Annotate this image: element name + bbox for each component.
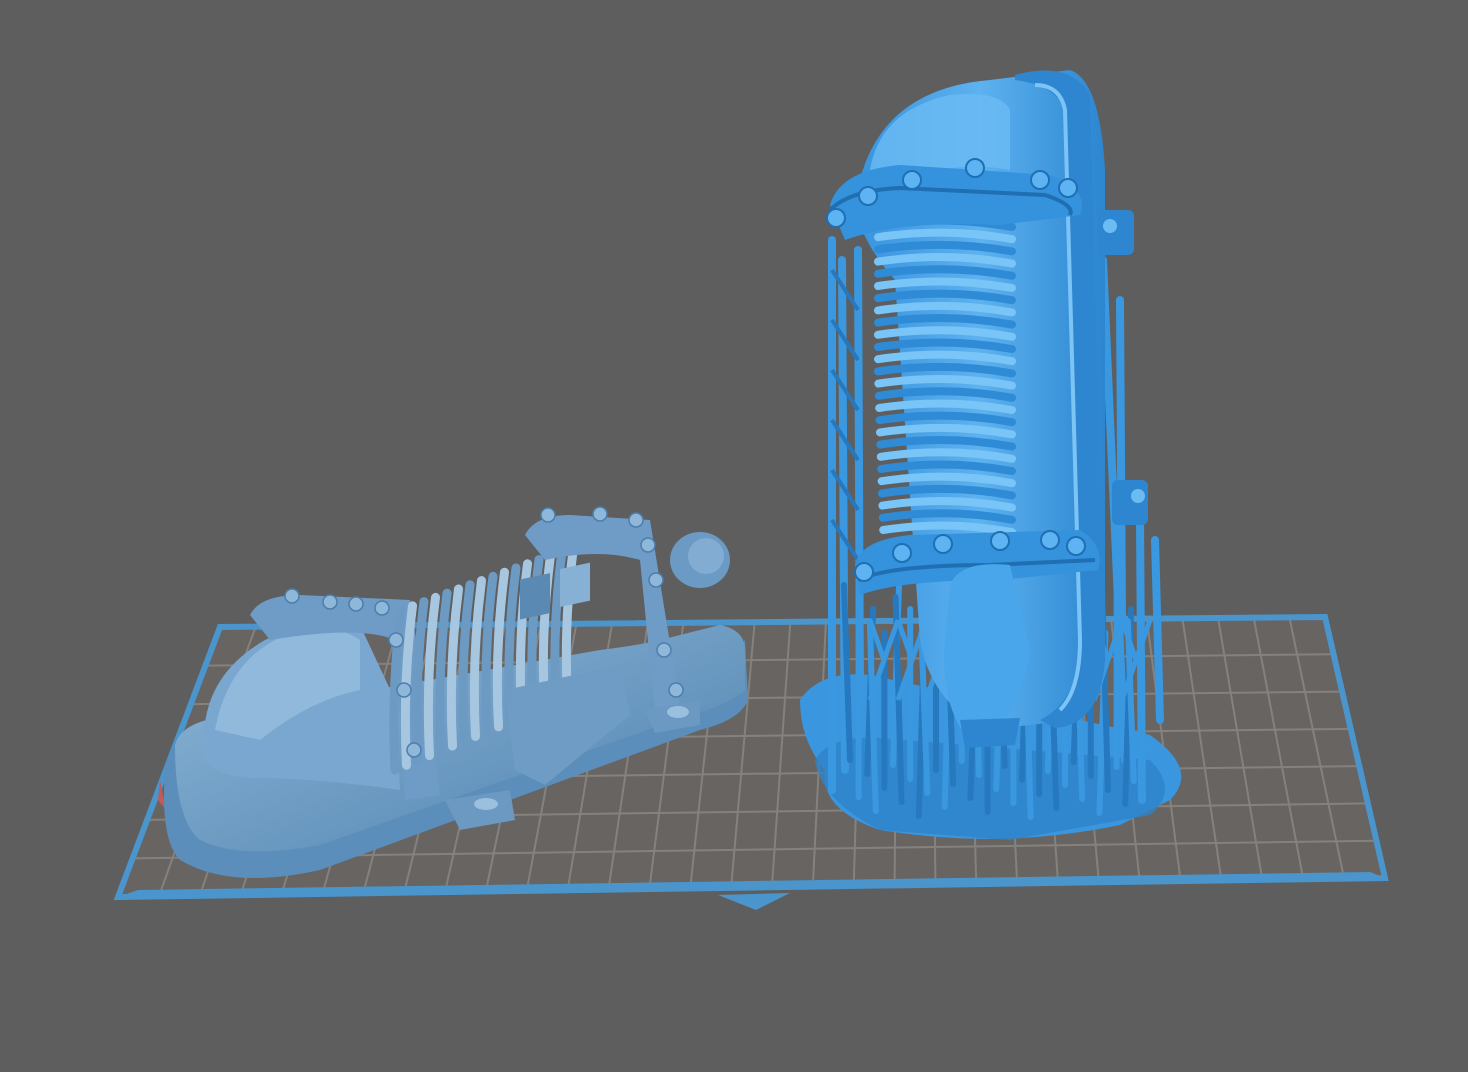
3d-viewport[interactable]: [0, 0, 1468, 1072]
model-upright[interactable]: [800, 70, 1182, 840]
plate-front-notch: [718, 893, 790, 910]
scene-canvas[interactable]: [0, 0, 1468, 1072]
